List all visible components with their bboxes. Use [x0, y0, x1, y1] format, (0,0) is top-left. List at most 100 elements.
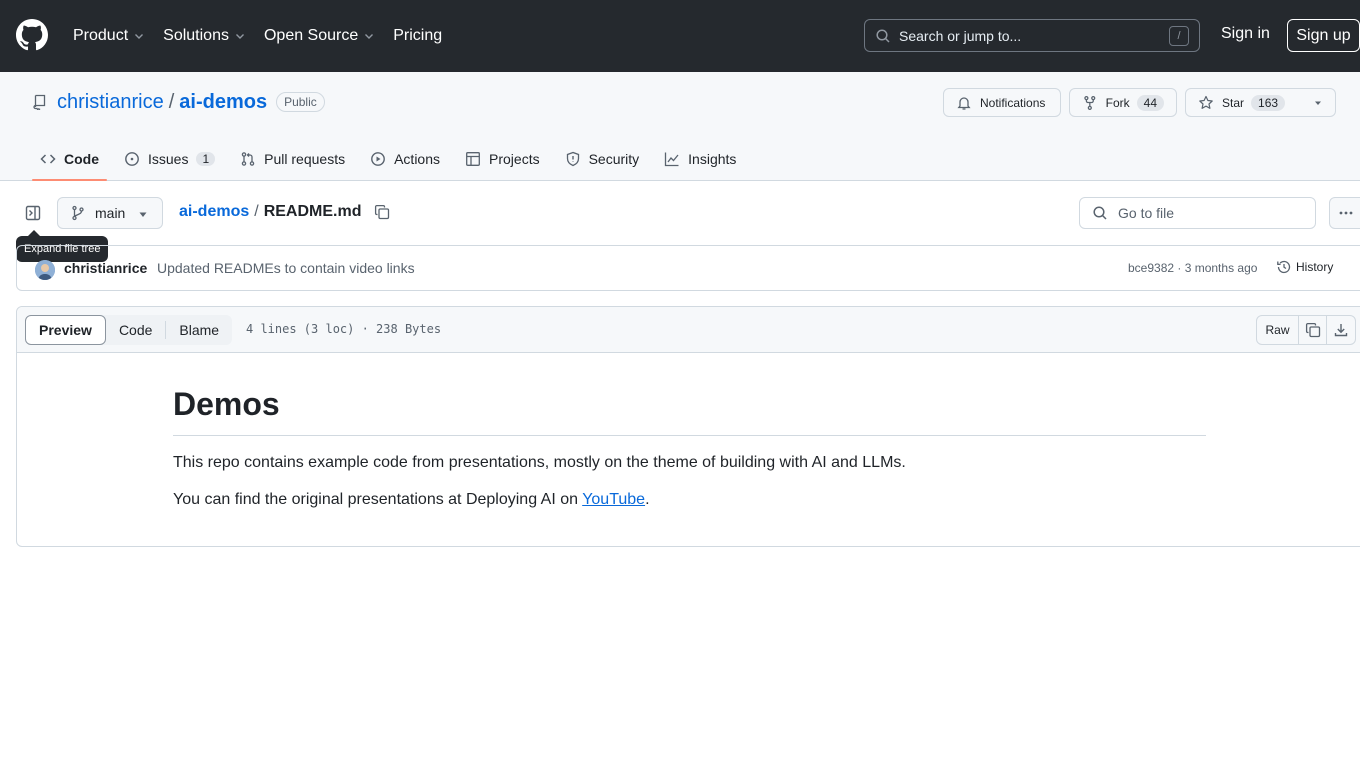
nav-product[interactable]: Product [73, 27, 145, 45]
nav-pricing[interactable]: Pricing [393, 27, 442, 45]
tab-code[interactable]: Code [32, 138, 107, 181]
tab-actions-label: Actions [394, 150, 441, 167]
breadcrumb-repo-link[interactable]: ai-demos [179, 203, 249, 221]
nav-open-source-label: Open Source [263, 27, 359, 44]
copy-raw-button[interactable] [1299, 316, 1327, 344]
sidebar-expand-icon [25, 205, 41, 221]
commit-message-link[interactable]: Updated READMEs to contain video links [157, 260, 415, 276]
youtube-link[interactable]: YouTube [582, 491, 645, 508]
tab-pull-requests-label: Pull requests [264, 150, 346, 167]
sign-in-link[interactable]: Sign in [1221, 25, 1270, 43]
tab-issues-label: Issues [148, 150, 189, 167]
go-to-file-placeholder: Go to file [1118, 205, 1175, 221]
search-icon [876, 28, 890, 43]
blame-tab[interactable]: Blame [166, 315, 232, 345]
expand-file-tree-button[interactable] [17, 197, 49, 229]
repo-separator: / [168, 90, 175, 113]
star-dropdown-button[interactable] [1301, 88, 1336, 117]
file-info: 4 lines (3 loc) · 238 Bytes [246, 322, 442, 336]
readme-text-end: . [645, 491, 650, 508]
branch-icon [72, 205, 84, 221]
nav-pricing-label: Pricing [393, 27, 443, 44]
notifications-label: Notifications [980, 95, 1046, 110]
star-icon [1199, 95, 1213, 109]
avatar[interactable] [35, 260, 55, 280]
nav-solutions[interactable]: Solutions [163, 27, 246, 45]
latest-commit-bar: christianrice Updated READMEs to contain… [16, 245, 1360, 291]
fork-button[interactable]: Fork 44 [1069, 88, 1177, 117]
preview-tab[interactable]: Preview [25, 315, 106, 345]
repo-icon [33, 94, 46, 110]
issues-count: 1 [196, 151, 216, 166]
chevron-down-icon [135, 34, 144, 39]
issue-icon [125, 151, 139, 166]
readme-text: You can find the original presentations … [173, 491, 583, 508]
tab-insights-label: Insights [688, 150, 737, 167]
chevron-down-icon [235, 34, 244, 39]
sign-up-button[interactable]: Sign up [1287, 19, 1360, 52]
nav-open-source[interactable]: Open Source [264, 27, 375, 45]
fork-label: Fork [1105, 95, 1130, 110]
global-nav: Product Solutions Open Source Pricing [73, 0, 460, 72]
tab-security[interactable]: Security [557, 138, 648, 179]
tab-security-label: Security [588, 150, 640, 167]
notifications-button[interactable]: Notifications [943, 88, 1061, 117]
readme-paragraph-links: You can find the original presentations … [173, 490, 1206, 510]
star-count: 163 [1251, 94, 1286, 111]
breadcrumb-file: README.md [263, 203, 362, 220]
bell-icon [957, 96, 971, 110]
search-icon [1093, 206, 1107, 220]
fork-count: 44 [1136, 94, 1164, 111]
code-view-tab[interactable]: Code [106, 315, 165, 345]
raw-button[interactable]: Raw [1257, 316, 1299, 344]
tab-code-label: Code [64, 150, 99, 167]
shield-icon [566, 151, 579, 166]
readme-paragraph: This repo contains example code from pre… [173, 454, 906, 471]
global-header: Product Solutions Open Source Pricing Se… [0, 0, 1360, 72]
copy-icon [1305, 322, 1320, 338]
go-to-file-input[interactable]: Go to file [1079, 197, 1316, 229]
file-viewer: Preview Code Blame 4 lines (3 loc) · 238… [16, 306, 1360, 547]
history-label: History [1296, 260, 1334, 274]
branch-selector[interactable]: main [57, 197, 163, 229]
search-shortcut-key: / [1169, 26, 1189, 46]
search-placeholder: Search or jump to... [899, 27, 1022, 44]
copy-path-icon[interactable] [374, 204, 390, 220]
table-icon [466, 151, 480, 166]
breadcrumb: ai-demos / README.md [179, 203, 390, 221]
repo-tabs: Code Issues 1 Pull requests Actions Proj… [32, 138, 753, 181]
tab-projects[interactable]: Projects [457, 138, 548, 179]
repo-header: christianrice / ai-demos Public Notifica… [0, 72, 1360, 181]
visibility-badge: Public [276, 92, 325, 112]
fork-icon [1084, 95, 1096, 110]
graph-icon [665, 152, 679, 166]
view-mode-toggle: Preview Code Blame [25, 315, 233, 345]
star-label: Star [1222, 95, 1245, 110]
more-options-button[interactable] [1329, 197, 1360, 229]
nav-solutions-label: Solutions [163, 27, 229, 44]
star-button[interactable]: Star 163 [1185, 88, 1302, 117]
readme-heading: Demos [173, 386, 1206, 436]
tab-actions[interactable]: Actions [362, 138, 448, 179]
code-icon [40, 153, 56, 164]
history-button[interactable]: History [1276, 259, 1333, 275]
download-button[interactable] [1327, 316, 1355, 344]
chevron-down-icon [365, 34, 374, 39]
play-icon [371, 151, 385, 166]
kebab-horizontal-icon [1339, 211, 1353, 215]
repo-title: christianrice / ai-demos Public [32, 89, 325, 115]
history-icon [1277, 260, 1291, 274]
file-header: Preview Code Blame 4 lines (3 loc) · 238… [17, 307, 1360, 353]
breadcrumb-separator: / [254, 203, 259, 220]
repo-name-link[interactable]: ai-demos [179, 91, 267, 114]
tab-pull-requests[interactable]: Pull requests [232, 138, 353, 179]
triangle-down-icon [139, 212, 147, 217]
commit-hash-and-time[interactable]: bce9382 · 3 months ago [1128, 261, 1257, 275]
repo-owner-link[interactable]: christianrice [57, 91, 164, 114]
tab-insights[interactable]: Insights [656, 138, 744, 179]
tab-projects-label: Projects [489, 150, 540, 167]
github-logo-icon[interactable] [16, 19, 48, 51]
tab-issues[interactable]: Issues 1 [116, 138, 223, 179]
search-input[interactable]: Search or jump to... / [864, 19, 1200, 52]
commit-author-link[interactable]: christianrice [64, 260, 147, 276]
